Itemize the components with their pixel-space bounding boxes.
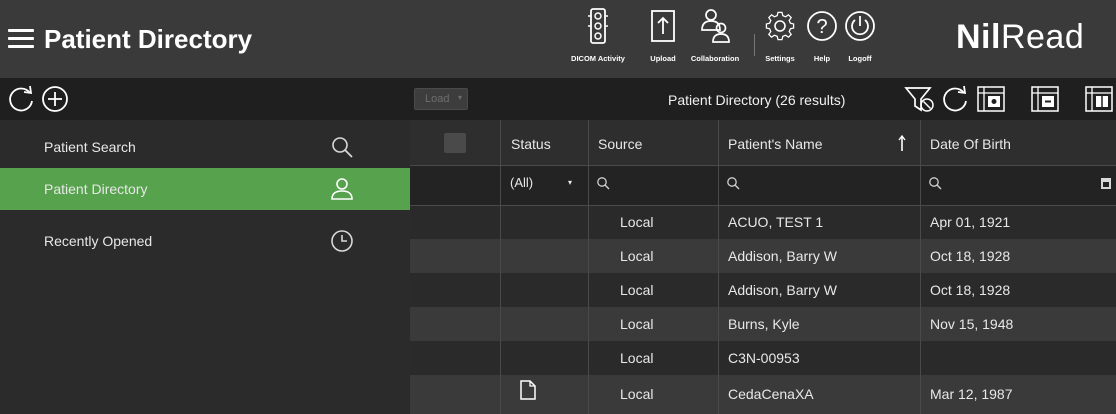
- logoff-button[interactable]: Logoff: [844, 8, 876, 63]
- cell-date-of-birth: Nov 15, 1948: [930, 316, 1014, 332]
- refresh-icon[interactable]: [6, 84, 36, 114]
- select-all-checkbox[interactable]: [444, 133, 466, 153]
- search-icon: [332, 137, 353, 158]
- sort-ascending-icon[interactable]: [897, 134, 907, 152]
- calendar-icon[interactable]: [1100, 176, 1112, 190]
- sidebar-item-label: Recently Opened: [44, 233, 153, 249]
- clear-filter-icon[interactable]: [904, 84, 936, 114]
- cell-date-of-birth: Mar 12, 1987: [930, 386, 1013, 402]
- chevron-down-icon: ▾: [568, 178, 573, 187]
- brand-logo: NilRead: [956, 18, 1084, 57]
- cell-date-of-birth: Oct 18, 1928: [930, 282, 1011, 298]
- cell-patient-name: CedaCenaXA: [728, 386, 814, 402]
- sidebar-item-recently-opened[interactable]: Recently Opened: [0, 220, 410, 262]
- dob-filter-search-icon[interactable]: [928, 176, 942, 190]
- svg-text:?: ?: [816, 16, 827, 38]
- cell-patient-name: ACUO, TEST 1: [728, 214, 824, 230]
- document-icon[interactable]: [520, 380, 536, 400]
- upload-button[interactable]: Upload: [648, 8, 678, 63]
- cell-patient-name: Burns, Kyle: [728, 316, 800, 332]
- page-title: Patient Directory: [44, 24, 253, 54]
- sidebar-item-patient-directory[interactable]: Patient Directory: [0, 168, 410, 210]
- power-icon: [845, 11, 875, 41]
- cell-date-of-birth: Apr 01, 1921: [930, 214, 1011, 230]
- hamburger-menu-icon[interactable]: [8, 28, 34, 50]
- users-icon: [701, 9, 730, 43]
- cell-source: Local: [620, 248, 654, 264]
- column-header-source[interactable]: Source: [598, 136, 642, 152]
- grid-layout-icon[interactable]: [1084, 85, 1114, 113]
- refresh-table-icon[interactable]: [940, 84, 970, 114]
- cell-patient-name: Addison, Barry W: [728, 282, 837, 298]
- name-filter-search-icon[interactable]: [726, 176, 740, 190]
- clock-icon: [331, 230, 353, 252]
- help-button[interactable]: ? Help: [806, 8, 838, 63]
- toolbar-separator: [754, 34, 755, 56]
- add-icon[interactable]: [40, 84, 70, 114]
- load-label: Load: [425, 93, 450, 105]
- column-settings-icon[interactable]: [976, 85, 1006, 113]
- column-header-date-of-birth[interactable]: Date Of Birth: [930, 136, 1011, 152]
- status-filter-select[interactable]: (All) ▾: [510, 175, 572, 190]
- cell-source: Local: [620, 316, 654, 332]
- dicom-activity-label: DICOM Activity: [571, 54, 625, 63]
- traffic-light-icon: [588, 8, 608, 44]
- brand-light: Read: [1000, 18, 1085, 56]
- cell-source: Local: [620, 282, 654, 298]
- sidebar-item-label: Patient Directory: [44, 181, 148, 197]
- column-header-status[interactable]: Status: [511, 136, 551, 152]
- row-divider: [410, 205, 1116, 206]
- sidebar-item-patient-search[interactable]: Patient Search: [0, 126, 410, 168]
- cell-source: Local: [620, 350, 654, 366]
- export-columns-icon[interactable]: [1030, 85, 1060, 113]
- cell-patient-name: Addison, Barry W: [728, 248, 837, 264]
- load-dropdown[interactable]: Load ▾: [414, 88, 468, 110]
- chevron-down-icon: ▾: [457, 93, 462, 102]
- user-icon: [331, 178, 353, 200]
- status-filter-value: (All): [510, 175, 534, 190]
- settings-label: Settings: [765, 54, 795, 63]
- column-header-patient-name[interactable]: Patient's Name: [728, 136, 823, 152]
- upload-icon: [651, 10, 675, 42]
- row-divider: [410, 165, 1116, 166]
- cell-patient-name: C3N-00953: [728, 350, 800, 366]
- help-icon: ?: [807, 11, 837, 41]
- sidebar-item-label: Patient Search: [44, 139, 136, 155]
- settings-button[interactable]: Settings: [762, 8, 798, 63]
- cell-source: Local: [620, 214, 654, 230]
- help-label: Help: [813, 54, 831, 63]
- brand-bold: Nil: [956, 18, 1001, 56]
- dicom-activity-button[interactable]: DICOM Activity: [571, 8, 625, 63]
- collaboration-label: Collaboration: [690, 54, 740, 63]
- upload-label: Upload: [650, 54, 676, 63]
- results-count: Patient Directory (26 results): [668, 92, 846, 108]
- cell-source: Local: [620, 386, 654, 402]
- collaboration-button[interactable]: Collaboration: [691, 8, 739, 63]
- cell-date-of-birth: Oct 18, 1928: [930, 248, 1011, 264]
- gear-icon: [765, 11, 795, 41]
- logoff-label: Logoff: [848, 54, 872, 63]
- source-filter-search-icon[interactable]: [596, 176, 610, 190]
